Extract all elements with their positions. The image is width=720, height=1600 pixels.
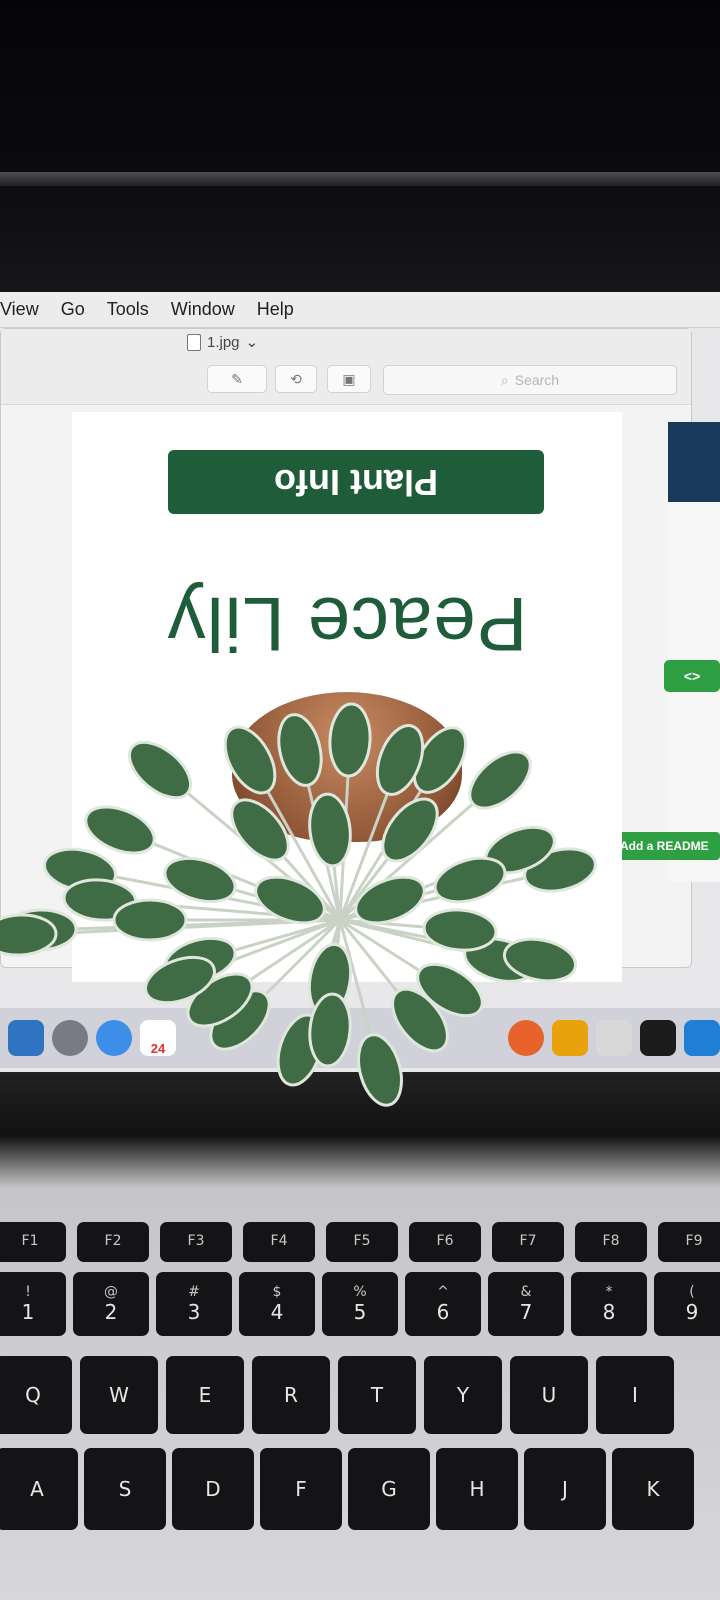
plant-leaf — [128, 740, 192, 800]
plant-leaf — [277, 713, 323, 787]
plant-leaf — [468, 750, 532, 810]
plant-leaf — [163, 856, 237, 904]
plant-leaf — [223, 725, 277, 795]
plant-leaf — [328, 702, 372, 778]
plant-leaf — [422, 908, 498, 952]
plant-leaf — [357, 1033, 403, 1107]
plant-leaf — [112, 898, 188, 942]
ar-peace-lily-model — [0, 702, 597, 1107]
